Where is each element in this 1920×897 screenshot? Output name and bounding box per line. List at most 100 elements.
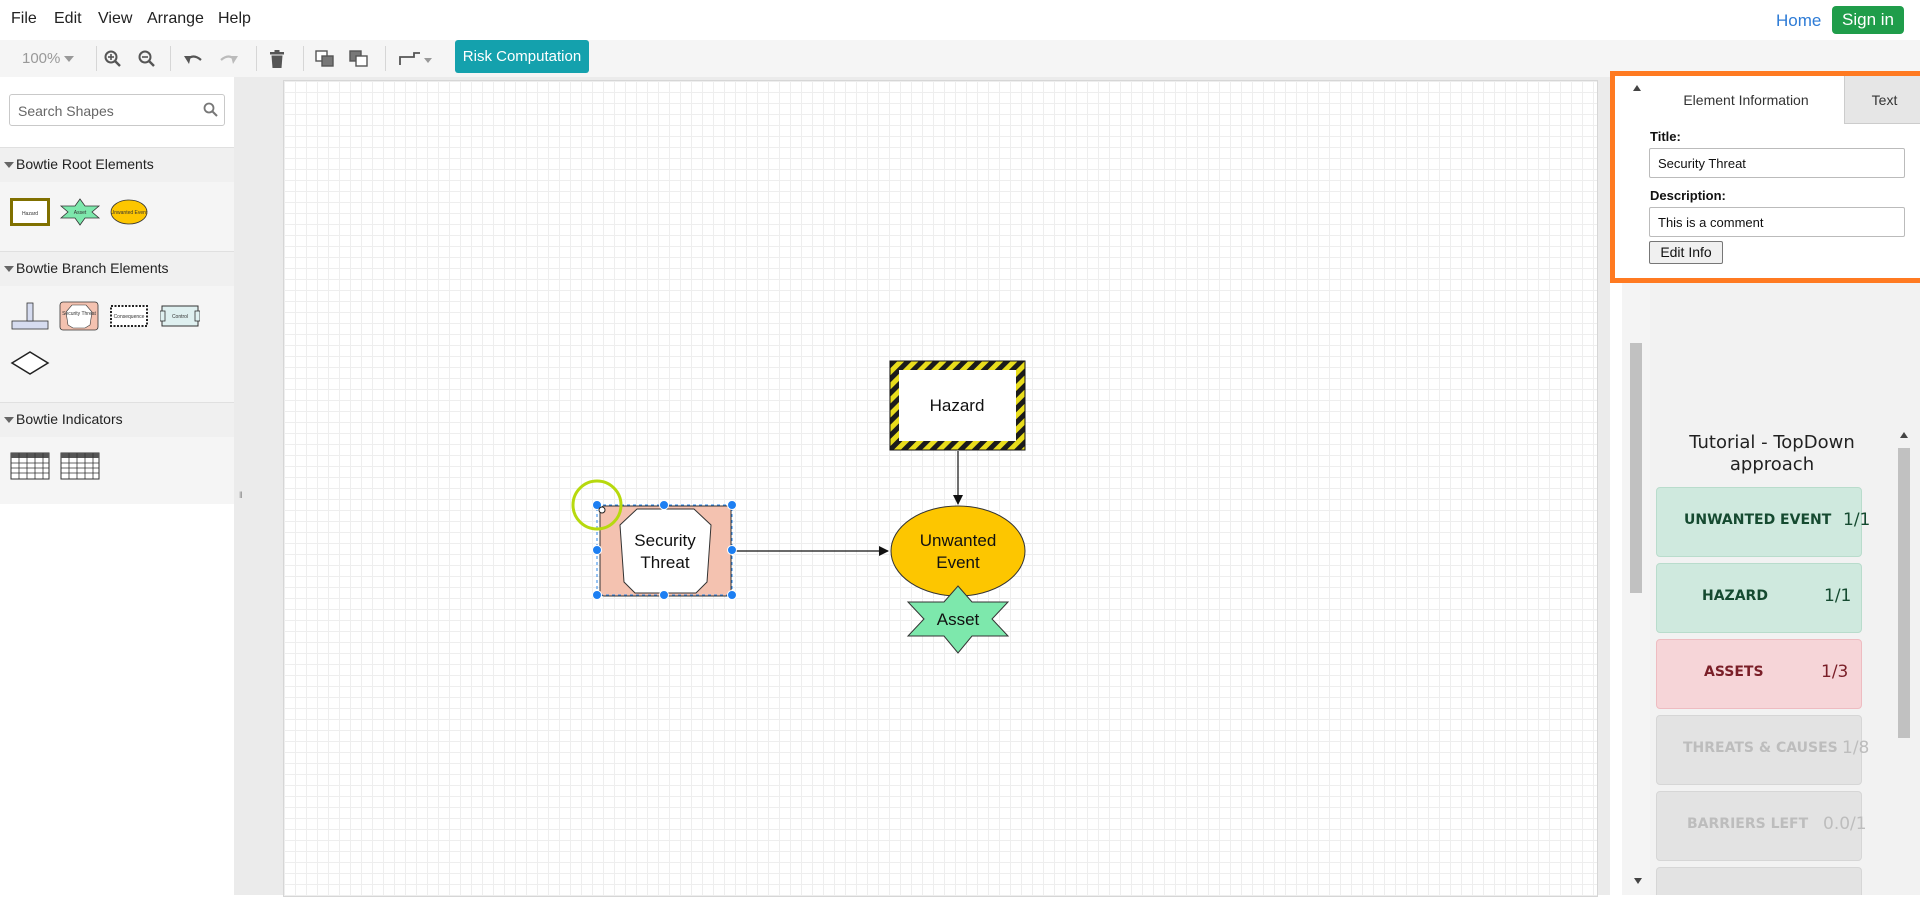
threat-shape[interactable]: Security Threat: [59, 301, 99, 331]
unwanted-event-shape[interactable]: Unwanted Event: [109, 198, 149, 226]
asset-shape-label: Asset: [74, 210, 87, 216]
unwanted-event-label-line2: Event: [936, 553, 980, 572]
section-branch-elements[interactable]: Bowtie Branch Elements: [0, 251, 234, 287]
scroll-thumb[interactable]: [1898, 448, 1910, 738]
to-front-icon: [315, 49, 334, 67]
search-shapes-box: [9, 94, 225, 126]
asset-shape[interactable]: Asset: [59, 198, 101, 226]
menu-bar: File Edit View Arrange Help Home Sign in: [0, 0, 1920, 41]
menu-edit[interactable]: Edit: [54, 10, 82, 28]
tutorial-item-name: BARRIERS LEFT: [1687, 816, 1809, 832]
tutorial-item-count: 0.0/1: [1823, 814, 1867, 834]
branch-elements-palette: Security Threat Consequence Control: [0, 286, 234, 402]
decision-shape[interactable]: [10, 350, 50, 376]
collapse-up-icon[interactable]: [1633, 85, 1641, 91]
security-threat-label-line1: Security: [634, 531, 696, 550]
delete-button[interactable]: [264, 40, 290, 77]
section-label: Bowtie Root Elements: [16, 156, 154, 172]
control-shape[interactable]: Control: [160, 301, 200, 331]
security-threat-node[interactable]: Security Threat: [599, 505, 732, 597]
scroll-thumb[interactable]: [1630, 343, 1642, 593]
zoom-in-icon: [104, 50, 121, 67]
undo-icon: [184, 54, 202, 64]
hazard-label: Hazard: [930, 396, 985, 415]
to-back-icon: [349, 49, 368, 67]
tutorial-scrollbar[interactable]: [1894, 428, 1914, 895]
redo-button[interactable]: [216, 40, 242, 77]
tutorial-item-count: 1/1: [1824, 586, 1852, 606]
grip-icon: ‖: [239, 490, 243, 500]
threat-shape-label: Security Threat: [62, 311, 96, 317]
control-shape-label: Control: [172, 314, 188, 320]
caret-down-icon: [4, 417, 14, 423]
menu-view[interactable]: View: [98, 10, 132, 28]
scroll-down-icon[interactable]: [1634, 878, 1642, 884]
menu-arrange[interactable]: Arrange: [147, 10, 204, 28]
title-field[interactable]: [1649, 148, 1905, 178]
hazard-node[interactable]: Hazard: [889, 360, 1026, 451]
diagram-page[interactable]: [283, 80, 1598, 897]
indicator-table-shape[interactable]: [10, 451, 50, 481]
tutorial-item-name: UNWANTED EVENT: [1684, 512, 1832, 528]
shapes-sidebar: Bowtie Root Elements Hazard Asset Unwant…: [0, 77, 235, 895]
tab-element-information[interactable]: Element Information: [1648, 76, 1844, 124]
waypoints-dropdown[interactable]: [396, 40, 436, 77]
search-icon[interactable]: [203, 102, 218, 117]
description-label: Description:: [1650, 188, 1726, 203]
section-label: Bowtie Indicators: [16, 411, 123, 427]
tutorial-item-partial[interactable]: [1656, 867, 1862, 895]
description-field[interactable]: [1649, 207, 1905, 237]
zoom-dropdown[interactable]: 100%: [8, 40, 80, 77]
asset-label: Asset: [937, 610, 980, 629]
chevron-down-icon: [64, 56, 74, 62]
tutorial-title: Tutorial - TopDown approach: [1689, 432, 1855, 475]
indicators-palette: [0, 437, 234, 504]
tutorial-item-name: THREATS & CAUSES: [1683, 740, 1838, 756]
sign-in-button[interactable]: Sign in: [1832, 6, 1904, 34]
menu-help[interactable]: Help: [218, 10, 251, 28]
sidebar-splitter[interactable]: ‖: [234, 77, 248, 895]
tutorial-item-threats-causes[interactable]: THREATS & CAUSES 1/8: [1656, 715, 1869, 785]
caret-down-icon: [4, 162, 14, 168]
unwanted-event-shape-label: Unwanted Event: [111, 210, 148, 216]
tutorial-item-barriers-left[interactable]: BARRIERS LEFT 0.0/1: [1656, 791, 1867, 861]
section-indicators[interactable]: Bowtie Indicators: [0, 402, 234, 438]
hazard-shape-label: Hazard: [22, 211, 38, 217]
to-back-button[interactable]: [346, 40, 372, 77]
consequence-shape[interactable]: Consequence: [109, 301, 149, 331]
zoom-level: 100%: [22, 50, 61, 67]
tutorial-item-hazard[interactable]: HAZARD 1/1: [1656, 563, 1862, 633]
hazard-shape[interactable]: Hazard: [10, 198, 50, 226]
trash-icon: [270, 49, 284, 68]
connector-icon: [399, 51, 432, 65]
scroll-up-icon[interactable]: [1900, 432, 1908, 438]
section-root-elements[interactable]: Bowtie Root Elements: [0, 147, 234, 183]
zoom-in-button[interactable]: [100, 40, 126, 77]
tutorial-item-name: ASSETS: [1704, 664, 1764, 680]
section-label: Bowtie Branch Elements: [16, 260, 169, 276]
risk-computation-button[interactable]: Risk Computation: [455, 40, 589, 73]
rotate-handle-icon[interactable]: [598, 506, 606, 514]
zoom-out-button[interactable]: [134, 40, 160, 77]
tutorial-item-count: 1/8: [1842, 738, 1870, 758]
menu-file[interactable]: File: [11, 10, 37, 28]
consequence-shape-label: Consequence: [114, 314, 145, 320]
home-link[interactable]: Home: [1776, 11, 1821, 31]
caret-down-icon: [4, 266, 14, 272]
tab-text[interactable]: Text: [1844, 76, 1920, 124]
search-input[interactable]: [16, 100, 200, 122]
tutorial-item-count: 1/3: [1821, 662, 1849, 682]
to-front-button[interactable]: [312, 40, 338, 77]
indicator-table-shape-2[interactable]: [60, 451, 100, 481]
unwanted-event-node[interactable]: Unwanted Event: [890, 505, 1026, 597]
tutorial-item-unwanted-event[interactable]: UNWANTED EVENT 1/1: [1656, 487, 1870, 557]
root-elements-palette: Hazard Asset Unwanted Event: [0, 182, 234, 251]
edit-info-button[interactable]: Edit Info: [1649, 241, 1723, 264]
security-threat-label-line2: Threat: [640, 553, 689, 572]
barrier-shape[interactable]: [10, 301, 50, 331]
undo-button[interactable]: [180, 40, 206, 77]
redo-icon: [220, 54, 238, 64]
tutorial-item-assets[interactable]: ASSETS 1/3: [1656, 639, 1862, 709]
zoom-out-icon: [138, 50, 155, 67]
tutorial-item-name: HAZARD: [1702, 588, 1768, 604]
